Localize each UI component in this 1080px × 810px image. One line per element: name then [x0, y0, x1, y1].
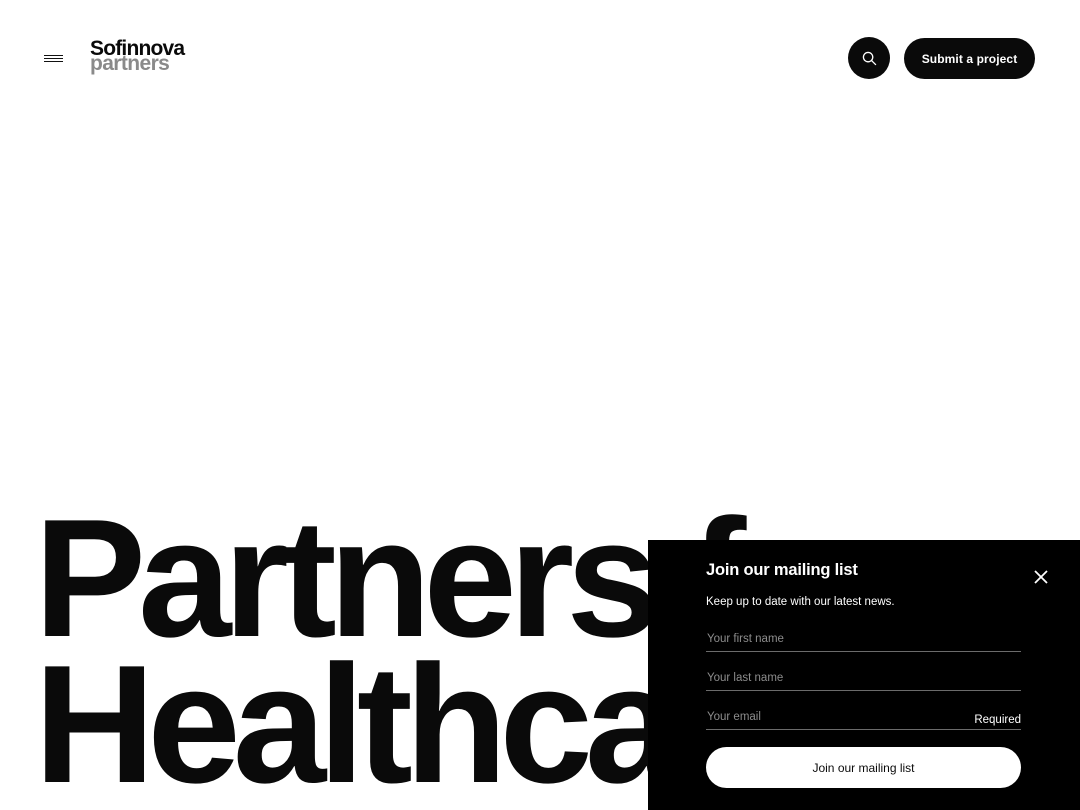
close-button[interactable] — [1032, 568, 1050, 586]
submit-project-button[interactable]: Submit a project — [904, 38, 1035, 79]
required-label: Required — [974, 714, 1021, 726]
close-icon — [1034, 570, 1048, 584]
first-name-input[interactable] — [706, 628, 1021, 650]
sofinnova-logo[interactable]: Sofinnova partners — [90, 38, 200, 78]
search-button[interactable] — [848, 37, 890, 79]
logo-wordmark-bottom: partners — [90, 52, 170, 75]
popup-title: Join our mailing list — [706, 561, 858, 579]
mailing-list-popup: Join our mailing list Keep up to date wi… — [648, 540, 1080, 810]
search-icon — [862, 51, 876, 65]
email-field: Required — [706, 706, 1021, 730]
menu-bar — [44, 55, 63, 57]
menu-bar — [44, 58, 63, 60]
last-name-input[interactable] — [706, 667, 1021, 689]
join-mailing-list-button[interactable]: Join our mailing list — [706, 747, 1021, 788]
first-name-field — [706, 628, 1021, 652]
page: Sofinnova partners Submit a project Part… — [0, 0, 1080, 810]
menu-bar — [44, 61, 63, 63]
hamburger-menu-icon[interactable] — [44, 52, 64, 64]
popup-subtitle: Keep up to date with our latest news. — [706, 596, 895, 608]
site-header: Sofinnova partners Submit a project — [0, 0, 1080, 116]
last-name-field — [706, 667, 1021, 691]
